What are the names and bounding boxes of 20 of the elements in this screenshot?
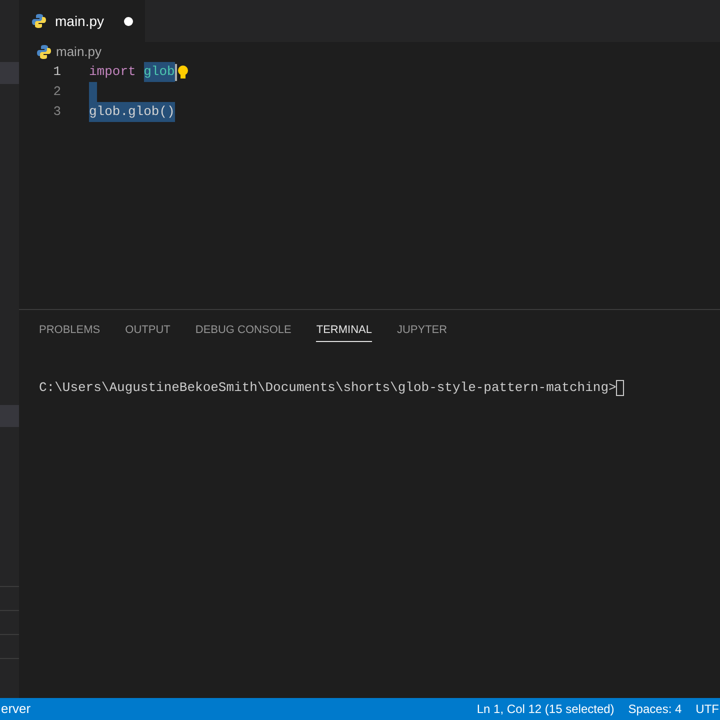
panel-tab[interactable]: OUTPUT [125, 320, 170, 342]
python-logo-icon [31, 13, 47, 29]
breadcrumb[interactable]: main.py [56, 42, 102, 62]
panel-tab[interactable]: DEBUG CONSOLE [195, 320, 292, 342]
line-number: 1 [52, 63, 61, 82]
panel-tab[interactable]: PROBLEMS [39, 320, 100, 342]
status-item[interactable]: Spaces: 4 [628, 700, 682, 718]
code-line: import glob [89, 62, 175, 82]
line-number: 3 [52, 103, 61, 122]
panel-tab[interactable]: JUPYTER [396, 320, 448, 342]
status-item[interactable]: Ln 1, Col 12 (15 selected) [476, 700, 614, 718]
terminal-cursor [616, 380, 624, 396]
panel-tab[interactable]: TERMINAL [316, 320, 372, 342]
editor-tab[interactable]: main.py [19, 0, 145, 42]
terminal-prompt: C:\Users\AugustineBekoeSmith\Documents\shorts\glob-style-pattern-matching> [39, 379, 616, 397]
status-item[interactable]: erver [0, 699, 31, 719]
lightbulb-icon[interactable] [176, 64, 189, 80]
status-item[interactable]: UTF [696, 700, 719, 718]
line-number: 2 [52, 83, 61, 102]
python-logo-icon [36, 44, 52, 60]
